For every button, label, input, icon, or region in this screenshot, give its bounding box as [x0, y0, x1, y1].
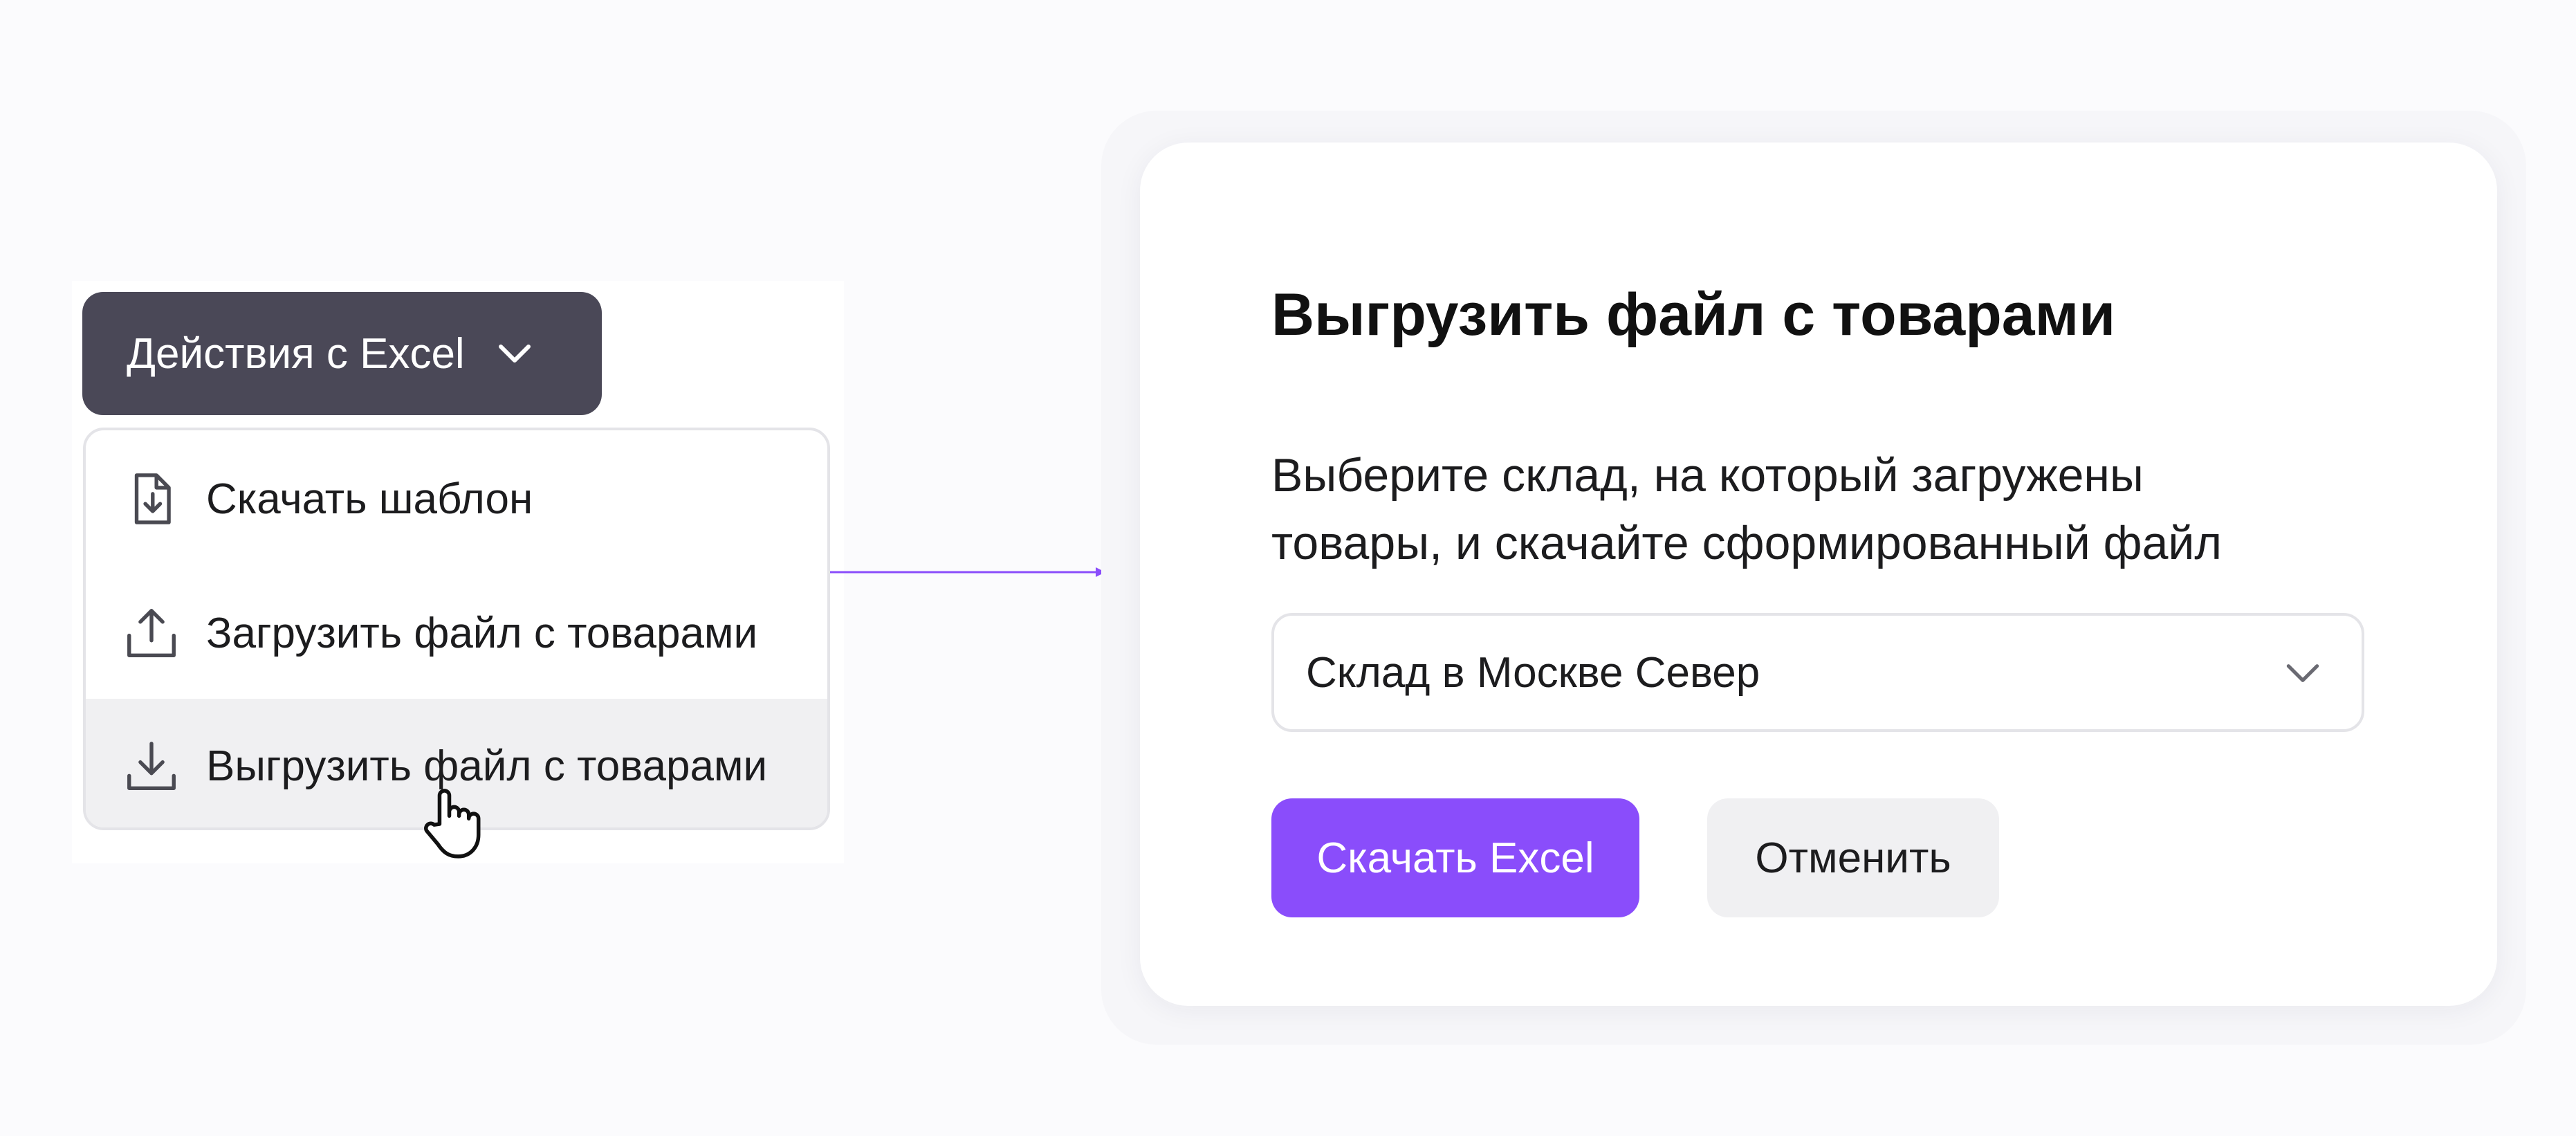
download-icon — [127, 742, 176, 790]
menu-item-upload-products[interactable]: Загрузить файл с товарами — [86, 566, 827, 700]
menu-item-label: Скачать шаблон — [206, 475, 533, 523]
download-excel-button[interactable]: Скачать Excel — [1271, 798, 1639, 917]
menu-item-label: Выгрузить файл с товарами — [206, 742, 768, 790]
flow-arrow — [830, 567, 1105, 577]
warehouse-select-value: Склад в Москве Север — [1306, 648, 1760, 697]
file-download-icon — [134, 473, 171, 524]
modal-description: Выберите склад, на который загружены тов… — [1271, 449, 2223, 569]
chevron-down-icon — [498, 345, 531, 363]
export-modal: Выгрузить файл с товарами Выберите склад… — [1140, 143, 2497, 1006]
excel-actions-menu: Скачать шаблон Загрузить файл с товарами… — [83, 428, 830, 830]
excel-actions-label: Действия с Excel — [127, 329, 465, 378]
modal-title: Выгрузить файл с товарами — [1271, 282, 2116, 348]
hand-pointer-icon — [424, 789, 481, 859]
warehouse-select[interactable]: Склад в Москве Север — [1271, 613, 2364, 732]
chevron-down-icon — [2286, 664, 2319, 682]
cancel-button[interactable]: Отменить — [1707, 798, 1999, 917]
menu-item-download-template[interactable]: Скачать шаблон — [86, 432, 827, 566]
upload-icon — [127, 609, 176, 657]
menu-item-label: Загрузить файл с товарами — [206, 609, 758, 657]
excel-actions-button[interactable]: Действия с Excel — [82, 292, 602, 415]
